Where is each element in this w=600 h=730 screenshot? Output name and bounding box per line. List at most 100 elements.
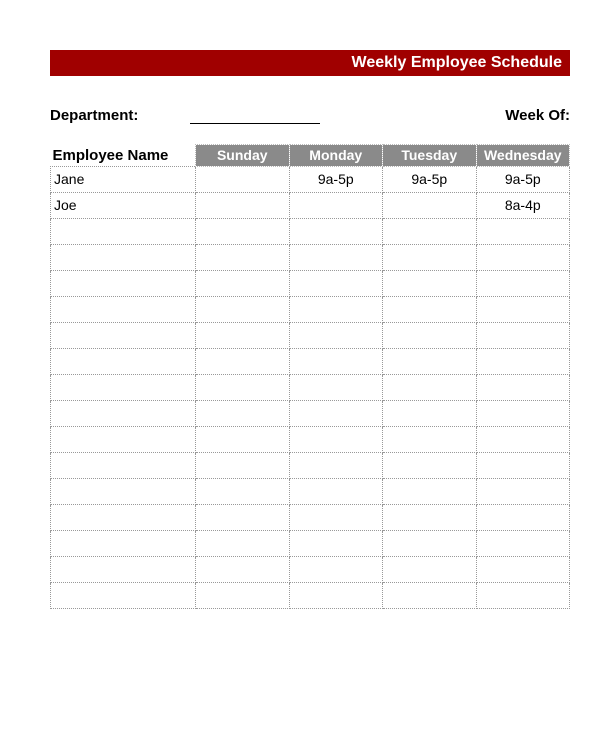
shift-cell[interactable] [383,218,477,244]
table-row [51,374,570,400]
shift-cell[interactable] [196,400,290,426]
table-header-row: Employee Name Sunday Monday Tuesday Wedn… [51,145,570,167]
shift-cell[interactable] [383,296,477,322]
shift-cell[interactable] [196,374,290,400]
employee-name-cell[interactable] [51,504,196,530]
shift-cell[interactable] [383,244,477,270]
shift-cell[interactable] [383,478,477,504]
shift-cell[interactable] [196,192,290,218]
shift-cell[interactable] [196,504,290,530]
table-row [51,244,570,270]
schedule-table: Employee Name Sunday Monday Tuesday Wedn… [50,144,570,609]
shift-cell[interactable] [383,322,477,348]
shift-cell[interactable] [476,244,570,270]
shift-cell[interactable] [196,322,290,348]
table-row [51,582,570,608]
shift-cell[interactable] [289,478,383,504]
shift-cell[interactable] [476,504,570,530]
employee-name-cell[interactable] [51,348,196,374]
table-row: Joe 8a-4p [51,192,570,218]
shift-cell[interactable] [289,322,383,348]
table-row: Jane9a-5p9a-5p9a-5p [51,166,570,192]
shift-cell[interactable] [476,478,570,504]
employee-name-cell[interactable] [51,296,196,322]
shift-cell[interactable] [196,218,290,244]
employee-name-cell[interactable] [51,218,196,244]
shift-cell[interactable]: 9a-5p [383,166,477,192]
shift-cell[interactable] [476,452,570,478]
shift-cell[interactable] [476,582,570,608]
shift-cell[interactable] [383,400,477,426]
shift-cell[interactable] [383,582,477,608]
shift-cell[interactable] [383,504,477,530]
table-row [51,348,570,374]
shift-cell[interactable] [383,556,477,582]
meta-row: Department: Week Of: [50,106,570,124]
employee-name-cell[interactable]: Joe [51,192,196,218]
col-day-monday: Monday [289,145,383,167]
shift-cell[interactable] [196,348,290,374]
employee-name-cell[interactable]: Jane [51,166,196,192]
shift-cell[interactable]: 9a-5p [476,166,570,192]
col-day-wednesday: Wednesday [476,145,570,167]
employee-name-cell[interactable] [51,322,196,348]
shift-cell[interactable] [383,530,477,556]
shift-cell[interactable] [476,556,570,582]
employee-name-cell[interactable] [51,556,196,582]
shift-cell[interactable] [196,582,290,608]
department-label: Department: [50,107,180,124]
shift-cell[interactable] [196,556,290,582]
shift-cell[interactable] [383,348,477,374]
shift-cell[interactable] [289,218,383,244]
shift-cell[interactable] [289,348,383,374]
shift-cell[interactable] [383,452,477,478]
employee-name-cell[interactable] [51,530,196,556]
shift-cell[interactable] [383,426,477,452]
shift-cell[interactable] [289,400,383,426]
shift-cell[interactable] [476,322,570,348]
shift-cell[interactable]: 9a-5p [289,166,383,192]
shift-cell[interactable] [476,270,570,296]
shift-cell[interactable] [289,192,383,218]
shift-cell[interactable] [476,426,570,452]
shift-cell[interactable] [289,452,383,478]
table-row [51,270,570,296]
shift-cell[interactable] [196,244,290,270]
shift-cell[interactable] [383,192,477,218]
employee-name-cell[interactable] [51,478,196,504]
shift-cell[interactable] [383,374,477,400]
shift-cell[interactable]: 8a-4p [476,192,570,218]
shift-cell[interactable] [289,556,383,582]
employee-name-cell[interactable] [51,244,196,270]
shift-cell[interactable] [383,270,477,296]
shift-cell[interactable] [196,530,290,556]
shift-cell[interactable] [289,530,383,556]
shift-cell[interactable] [196,270,290,296]
shift-cell[interactable] [196,426,290,452]
table-row [51,218,570,244]
shift-cell[interactable] [476,348,570,374]
shift-cell[interactable] [476,218,570,244]
employee-name-cell[interactable] [51,270,196,296]
shift-cell[interactable] [476,400,570,426]
shift-cell[interactable] [289,504,383,530]
shift-cell[interactable] [196,296,290,322]
employee-name-cell[interactable] [51,452,196,478]
shift-cell[interactable] [289,374,383,400]
shift-cell[interactable] [289,582,383,608]
shift-cell[interactable] [196,166,290,192]
shift-cell[interactable] [289,296,383,322]
shift-cell[interactable] [289,244,383,270]
employee-name-cell[interactable] [51,400,196,426]
employee-name-cell[interactable] [51,374,196,400]
shift-cell[interactable] [289,426,383,452]
shift-cell[interactable] [476,296,570,322]
shift-cell[interactable] [476,530,570,556]
shift-cell[interactable] [476,374,570,400]
shift-cell[interactable] [196,478,290,504]
department-field[interactable] [190,106,320,124]
employee-name-cell[interactable] [51,582,196,608]
shift-cell[interactable] [289,270,383,296]
employee-name-cell[interactable] [51,426,196,452]
shift-cell[interactable] [196,452,290,478]
